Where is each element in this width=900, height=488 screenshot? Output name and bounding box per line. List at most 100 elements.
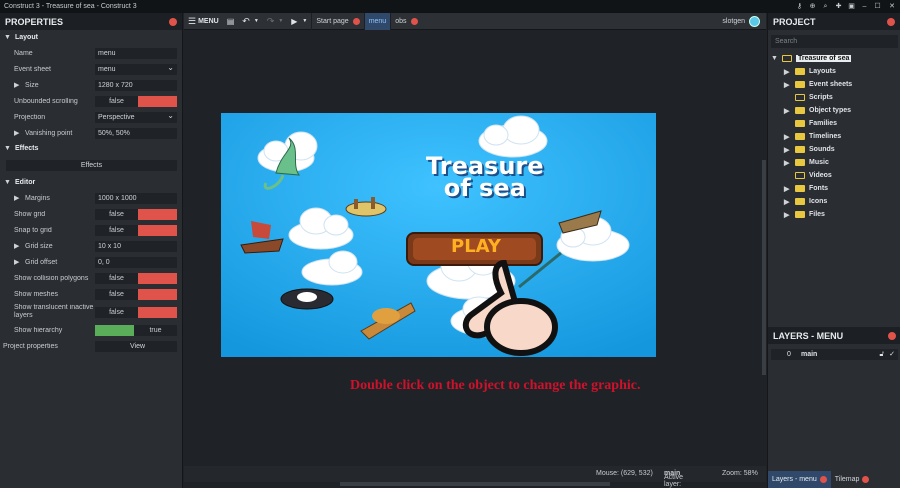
tree-item-families[interactable]: Families xyxy=(768,117,900,130)
prop-label: Show hierarchy xyxy=(14,326,63,334)
showgrid-toggle[interactable]: false xyxy=(95,208,177,220)
key-icon[interactable]: ⚷ xyxy=(793,0,806,13)
search-input[interactable]: Search xyxy=(771,35,898,48)
minimize-icon[interactable]: – xyxy=(858,0,871,13)
margins-label: Margins xyxy=(25,195,50,202)
translucent-toggle[interactable]: false xyxy=(95,306,177,318)
tree-item-files[interactable]: ▶ Files xyxy=(768,208,900,221)
name-field[interactable]: menu xyxy=(95,47,177,59)
mouse-position: Mouse: (629, 532) xyxy=(596,470,653,477)
tab-tilemap[interactable]: Tilemap xyxy=(831,471,874,488)
tree-item-label: Sounds xyxy=(809,146,835,153)
user-menu[interactable]: slotgen xyxy=(722,13,760,30)
gridsize-label: Grid size xyxy=(25,243,53,250)
folder-icon xyxy=(795,172,805,179)
vanishing-field[interactable]: 50%, 50% xyxy=(95,127,177,139)
effects-button[interactable]: Effects xyxy=(6,160,177,171)
section-effects-label: Effects xyxy=(15,145,39,152)
gridoffset-field[interactable]: 0, 0 xyxy=(95,256,177,268)
prop-label[interactable]: ▶ Margins xyxy=(0,194,95,202)
prop-label: Show collision polygons xyxy=(14,274,89,282)
maximize-icon[interactable]: ☐ xyxy=(871,0,884,13)
instruction-text: Double click on the object to change the… xyxy=(350,378,641,393)
section-layout[interactable]: ▼ Layout xyxy=(0,30,182,45)
tree-item-music[interactable]: ▶ Music xyxy=(768,156,900,169)
prop-label[interactable]: ▶ Grid offset xyxy=(0,258,95,266)
vertical-scrollbar[interactable] xyxy=(762,160,766,375)
section-layout-label: Layout xyxy=(15,34,38,41)
snap-toggle[interactable]: false xyxy=(95,224,177,236)
folder-icon xyxy=(795,120,805,127)
project-panel: PROJECT Search ▼ Treasure of sea ▶ Layouts… xyxy=(767,13,900,488)
prop-label: Name xyxy=(14,49,33,57)
prop-label[interactable]: ▶ Size xyxy=(0,81,95,89)
tab-close-button[interactable] xyxy=(352,17,360,25)
project-close-button[interactable] xyxy=(887,17,895,26)
tree-item-layouts[interactable]: ▶ Layouts xyxy=(768,65,900,78)
gridsize-field[interactable]: 10 x 10 xyxy=(95,240,177,252)
tree-root-label: Treasure of sea xyxy=(796,55,852,62)
folder-icon xyxy=(795,68,805,75)
meshes-toggle[interactable]: false xyxy=(95,288,177,300)
tree-item-timelines[interactable]: ▶ Timelines xyxy=(768,130,900,143)
redo-button[interactable]: ↷ ▼ xyxy=(263,13,288,30)
prop-vanishing: ▶ Vanishing point 50%, 50% xyxy=(0,125,182,141)
prop-label[interactable]: ▶ Grid size xyxy=(0,242,95,250)
tree-item-sounds[interactable]: ▶ Sounds xyxy=(768,143,900,156)
section-effects[interactable]: ▼ Effects xyxy=(0,141,182,156)
addon-icon[interactable]: ✚ xyxy=(832,0,845,13)
preview-button[interactable]: ▶ ▼ xyxy=(287,13,311,30)
tree-item-icons[interactable]: ▶ Icons xyxy=(768,195,900,208)
tree-item-scripts[interactable]: Scripts xyxy=(768,91,900,104)
prop-label[interactable]: ▶ Vanishing point xyxy=(0,129,95,137)
menu-button[interactable]: ☰ MENU xyxy=(184,13,223,30)
expand-icon: ▶ xyxy=(784,107,790,115)
tab-obs[interactable]: obs xyxy=(390,12,421,30)
game-icon[interactable]: ▣ xyxy=(845,0,858,13)
properties-title: PROPERTIES xyxy=(5,16,64,27)
section-editor[interactable]: ▼ Editor xyxy=(0,175,182,190)
tab-menu[interactable]: menu xyxy=(363,12,391,30)
tab-close-button[interactable] xyxy=(819,476,827,483)
game-scene[interactable]: Treasure of sea PLAY xyxy=(221,113,656,357)
tree-item-object-types[interactable]: ▶ Object types xyxy=(768,104,900,117)
eventsheet-select[interactable]: menu xyxy=(95,62,177,75)
layers-close-button[interactable] xyxy=(888,331,896,340)
layers-header: LAYERS - MENU xyxy=(768,327,900,344)
undo-icon: ↶ xyxy=(242,15,250,26)
size-field[interactable]: 1280 x 720 xyxy=(95,79,177,91)
expand-icon: ▶ xyxy=(784,68,790,76)
unbounded-toggle[interactable]: false xyxy=(95,95,177,107)
properties-close-button[interactable] xyxy=(169,17,177,26)
lock-icon[interactable]: 🔓︎ xyxy=(879,349,884,360)
tab-close-button[interactable] xyxy=(862,476,870,483)
project-view-button[interactable]: View xyxy=(95,340,177,352)
horizontal-scrollbar[interactable] xyxy=(340,482,610,486)
close-icon[interactable]: ✕ xyxy=(884,0,900,13)
search-icon[interactable]: ⌕ xyxy=(819,0,832,13)
save-button[interactable]: ▤ xyxy=(223,13,239,30)
margins-field[interactable]: 1000 x 1000 xyxy=(95,192,177,204)
layer-row[interactable]: 0 main 🔓︎ ✓ xyxy=(771,349,898,360)
tab-label: Start page xyxy=(316,17,349,25)
tree-item-label: Icons xyxy=(809,198,828,205)
tab-layers[interactable]: Layers - menu xyxy=(768,471,831,488)
tree-root[interactable]: ▼ Treasure of sea xyxy=(768,52,900,65)
window-title: Construct 3 - Treasure of sea - Construc… xyxy=(4,3,137,10)
tab-close-button[interactable] xyxy=(410,17,418,25)
tree-item-fonts[interactable]: ▶ Fonts xyxy=(768,182,900,195)
gridoffset-label: Grid offset xyxy=(25,259,58,266)
tree-item-label: Scripts xyxy=(809,94,833,101)
window-controls: ⚷ ⊕ ⌕ ✚ ▣ – ☐ ✕ xyxy=(793,0,900,13)
hierarchy-toggle[interactable]: true xyxy=(95,324,177,336)
collision-toggle[interactable]: false xyxy=(95,272,177,284)
visible-check-icon[interactable]: ✓ xyxy=(889,349,895,360)
projection-select[interactable]: Perspective xyxy=(95,110,177,123)
tree-item-videos[interactable]: Videos xyxy=(768,169,900,182)
tree-item-event-sheets[interactable]: ▶ Event sheets xyxy=(768,78,900,91)
undo-button[interactable]: ↶ ▼ xyxy=(238,13,263,30)
prop-projection: Projection Perspective xyxy=(0,109,182,125)
tab-start-page[interactable]: Start page xyxy=(311,12,363,30)
layers-title: LAYERS - MENU xyxy=(773,330,844,341)
zoom-icon[interactable]: ⊕ xyxy=(806,0,819,13)
